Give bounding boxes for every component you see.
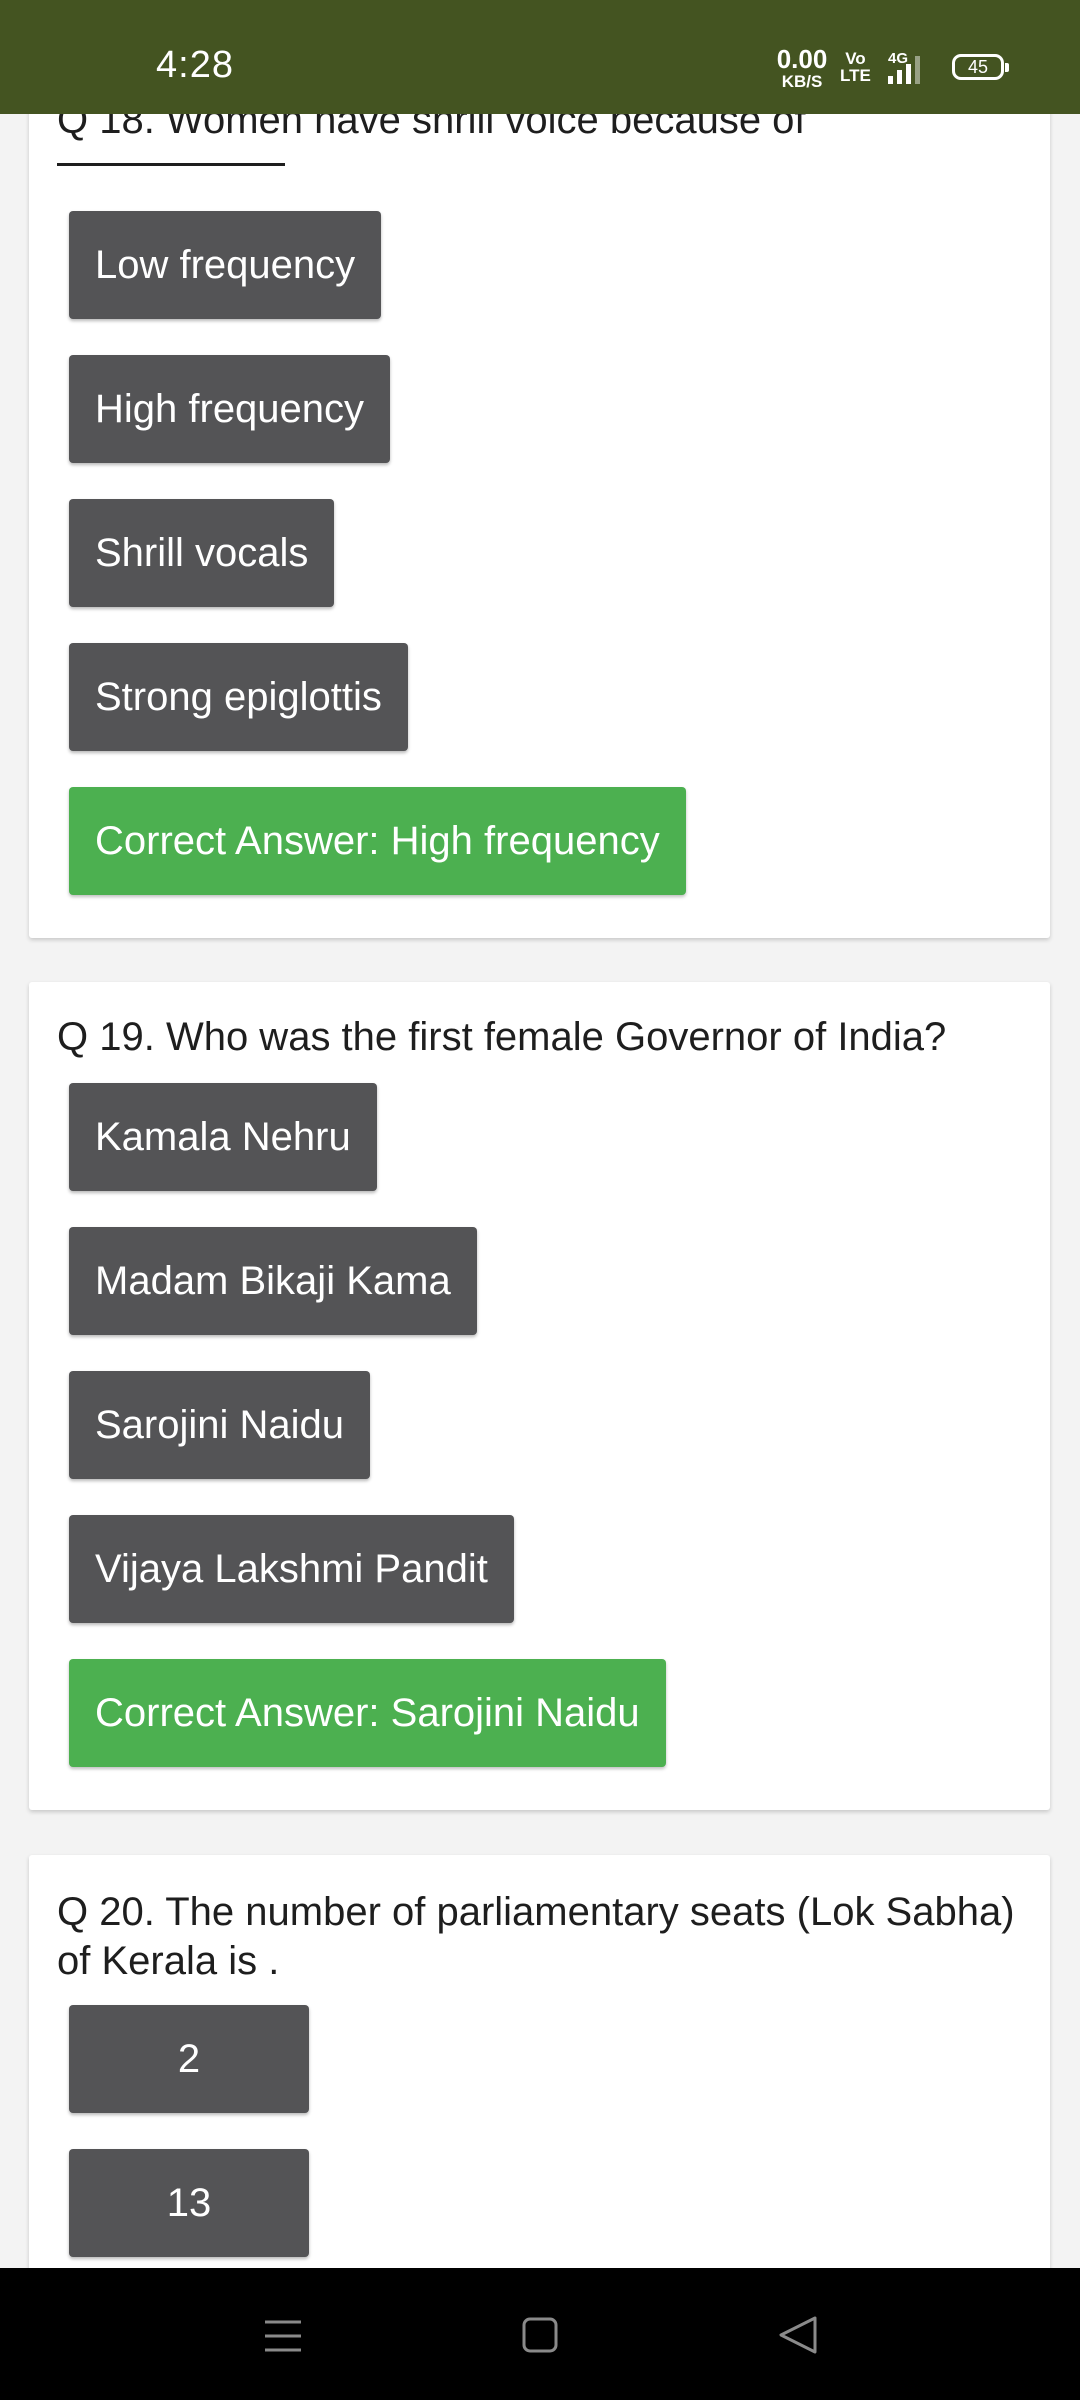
option-button[interactable]: Kamala Nehru [69,1083,377,1191]
battery-icon: 45 [952,54,1009,80]
correct-answer-badge: Correct Answer: High frequency [69,787,686,895]
battery-level: 45 [967,57,989,77]
option-button[interactable]: Strong epiglottis [69,643,408,751]
question-text: Q 19. Who was the first female Governor … [57,1015,947,1059]
navigation-bar [0,2268,1080,2400]
back-triangle-icon[interactable] [758,2298,838,2374]
option-button[interactable]: Low frequency [69,211,382,319]
option-button[interactable]: High frequency [69,355,391,463]
option-button[interactable]: 2 [69,2005,309,2113]
correct-answer-badge: Correct Answer: Sarojini Naidu [69,1659,666,1767]
clock: 4:28 [156,44,234,86]
blank-underline [57,163,285,166]
option-button[interactable]: Vijaya Lakshmi Pandit [69,1515,514,1623]
question-card-18: Q 18. Women have shrill voice because of… [29,60,1050,938]
option-button[interactable]: 13 [69,2149,309,2257]
signal-strength-icon: 4G [884,50,930,84]
question-card-19: Q 19. Who was the first female Governor … [29,982,1050,1810]
network-type-label: 4G [888,50,909,67]
network-speed-value: 0.00 [776,44,828,74]
question-text: Q 20. The number of parliamentary seats … [57,1890,1015,1983]
network-speed-indicator: 0.00 KB/S [774,46,830,90]
volte-icon: Vo LTE [840,49,871,85]
menu-icon[interactable] [243,2298,323,2374]
network-speed-unit: KB/S [781,72,823,91]
option-button[interactable]: Sarojini Naidu [69,1371,371,1479]
option-button[interactable]: Madam Bikaji Kama [69,1227,477,1335]
quiz-screen: Q 18. Women have shrill voice because of… [0,0,1080,2400]
home-square-icon[interactable] [500,2298,580,2374]
status-bar: 4:28 0.00 KB/S Vo LTE 4G 45 [0,0,1080,114]
option-button[interactable]: Shrill vocals [69,499,335,607]
